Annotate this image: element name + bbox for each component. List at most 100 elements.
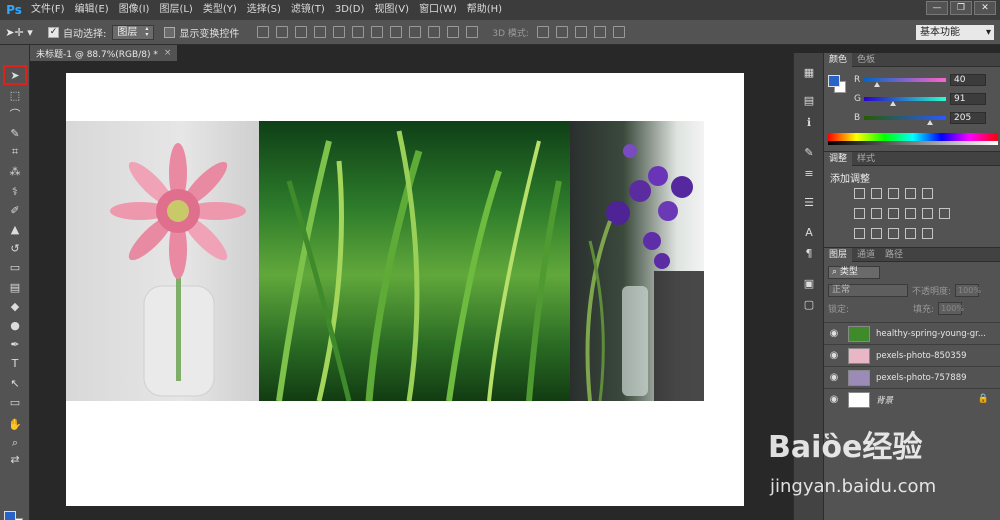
tab-adjustments[interactable]: 调整 — [824, 151, 853, 166]
clone-stamp-tool-icon[interactable]: ▲ — [6, 222, 24, 236]
menu-view[interactable]: 视图(V) — [369, 0, 414, 20]
curves-icon[interactable] — [888, 188, 899, 199]
3d-drag-icon[interactable] — [574, 26, 587, 38]
panel-foreground-swatch[interactable] — [828, 75, 840, 87]
restore-button[interactable]: ❐ — [950, 1, 972, 15]
visibility-eye-icon[interactable]: ◉ — [824, 372, 844, 383]
menu-image[interactable]: 图像(I) — [114, 0, 155, 20]
tab-paths[interactable]: 路径 — [880, 248, 908, 262]
move-tool-preset-icon[interactable]: ➤✛ ▾ — [0, 22, 38, 42]
lasso-tool-icon[interactable]: ⌒ — [6, 107, 24, 121]
menu-edit[interactable]: 编辑(E) — [70, 0, 114, 20]
hue-saturation-icon[interactable] — [854, 208, 865, 219]
visibility-eye-icon[interactable]: ◉ — [824, 394, 844, 405]
3d-roll-icon[interactable] — [555, 26, 568, 38]
red-slider-thumb[interactable] — [873, 82, 880, 87]
brush-panel-icon[interactable]: ✎ — [802, 145, 816, 159]
history-panel-icon[interactable]: ▦ — [802, 65, 816, 79]
blue-value-input[interactable]: 205 — [950, 112, 986, 124]
vibrance-icon[interactable] — [922, 188, 933, 199]
channel-mixer-icon[interactable] — [922, 208, 933, 219]
distribute-top-icon[interactable] — [371, 26, 384, 38]
layer-row[interactable]: ◉ pexels-photo-757889 — [824, 366, 1000, 388]
info-panel-icon[interactable]: ℹ — [802, 115, 816, 129]
swap-colors-icon[interactable]: ⇄ — [6, 452, 24, 466]
tab-layers[interactable]: 图层 — [824, 247, 853, 262]
layer-row[interactable]: ◉ 背景 🔒 — [824, 388, 1000, 410]
brush-tool-icon[interactable]: ✐ — [6, 203, 24, 217]
menu-select[interactable]: 选择(S) — [242, 0, 286, 20]
green-slider-thumb[interactable] — [890, 101, 897, 106]
blue-slider-thumb[interactable] — [926, 120, 933, 125]
distribute-vcenter-icon[interactable] — [390, 26, 403, 38]
photo-filter-icon[interactable] — [905, 208, 916, 219]
history-brush-tool-icon[interactable]: ↺ — [6, 241, 24, 255]
photo-pink-gerbera[interactable] — [66, 121, 259, 401]
workspace-dropdown[interactable]: 基本功能 — [916, 25, 994, 40]
blur-tool-icon[interactable]: ◆ — [6, 299, 24, 313]
quick-select-tool-icon[interactable]: ✎ — [6, 126, 24, 140]
document-tab[interactable]: 未标题-1 @ 88.7%(RGB/8) * × — [30, 45, 178, 61]
align-bottom-icon[interactable] — [295, 26, 308, 38]
distribute-bottom-icon[interactable] — [409, 26, 422, 38]
gradient-map-icon[interactable] — [905, 228, 916, 239]
align-hcenter-icon[interactable] — [333, 26, 346, 38]
type-tool-icon[interactable]: T — [6, 356, 24, 370]
fill-input[interactable]: 100% — [938, 302, 964, 315]
tool-presets-icon[interactable]: ▢ — [802, 297, 816, 311]
align-left-icon[interactable] — [314, 26, 327, 38]
layer-row[interactable]: ◉ pexels-photo-850359 — [824, 344, 1000, 366]
align-right-icon[interactable] — [352, 26, 365, 38]
levels-icon[interactable] — [871, 188, 882, 199]
distribute-left-icon[interactable] — [428, 26, 441, 38]
green-value-input[interactable]: 91 — [950, 93, 986, 105]
close-tab-icon[interactable]: × — [164, 48, 172, 58]
brush-presets-icon[interactable]: ≡ — [802, 166, 816, 180]
paragraph-panel-icon[interactable]: ¶ — [802, 246, 816, 260]
brightness-contrast-icon[interactable] — [854, 188, 865, 199]
menu-window[interactable]: 窗口(W) — [414, 0, 462, 20]
document-canvas[interactable] — [66, 73, 744, 506]
photo-green-grass[interactable] — [259, 121, 570, 401]
shape-tool-icon[interactable]: ▭ — [6, 395, 24, 409]
menu-layer[interactable]: 图层(L) — [154, 0, 197, 20]
menu-type[interactable]: 类型(Y) — [198, 0, 242, 20]
menu-3d[interactable]: 3D(D) — [330, 0, 370, 20]
tab-swatches[interactable]: 色板 — [852, 53, 880, 67]
eyedropper-tool-icon[interactable]: ⁂ — [6, 164, 24, 178]
distribute-right-icon[interactable] — [466, 26, 479, 38]
marquee-tool-icon[interactable]: ⬚ — [6, 88, 24, 102]
color-balance-icon[interactable] — [871, 208, 882, 219]
character-panel-icon[interactable]: A — [802, 225, 816, 239]
healing-brush-tool-icon[interactable]: ⚕ — [6, 184, 24, 198]
align-vcenter-icon[interactable] — [276, 26, 289, 38]
path-selection-tool-icon[interactable]: ↖ — [6, 376, 24, 390]
align-top-icon[interactable] — [257, 26, 270, 38]
layer-comps-icon[interactable]: ▣ — [802, 276, 816, 290]
dodge-tool-icon[interactable]: ● — [6, 318, 24, 332]
auto-select-checkbox[interactable]: ✓ — [48, 26, 59, 38]
selective-color-icon[interactable] — [922, 228, 933, 239]
opacity-input[interactable]: 100% — [955, 284, 981, 297]
red-value-input[interactable]: 40 — [950, 74, 986, 86]
visibility-eye-icon[interactable]: ◉ — [824, 350, 844, 361]
blend-mode-dropdown[interactable]: 正常 — [828, 284, 908, 297]
foreground-color-swatch[interactable] — [4, 511, 16, 520]
invert-icon[interactable] — [854, 228, 865, 239]
exposure-icon[interactable] — [905, 188, 916, 199]
3d-rotate-icon[interactable] — [536, 26, 549, 38]
zoom-tool-icon[interactable]: ⌕ — [6, 436, 24, 450]
move-tool-icon[interactable]: ➤ — [3, 65, 27, 85]
distribute-hcenter-icon[interactable] — [447, 26, 460, 38]
show-transform-checkbox[interactable] — [164, 26, 176, 38]
posterize-icon[interactable] — [871, 228, 882, 239]
pen-tool-icon[interactable]: ✒ — [6, 337, 24, 351]
canvas-area[interactable] — [30, 61, 790, 520]
visibility-eye-icon[interactable]: ◉ — [824, 328, 844, 339]
crop-tool-icon[interactable]: ⌗ — [6, 145, 24, 159]
hand-tool-icon[interactable]: ✋ — [6, 417, 24, 431]
tab-channels[interactable]: 通道 — [852, 248, 880, 262]
gradient-tool-icon[interactable]: ▤ — [6, 280, 24, 294]
menu-file[interactable]: 文件(F) — [26, 0, 70, 20]
menu-help[interactable]: 帮助(H) — [462, 0, 507, 20]
